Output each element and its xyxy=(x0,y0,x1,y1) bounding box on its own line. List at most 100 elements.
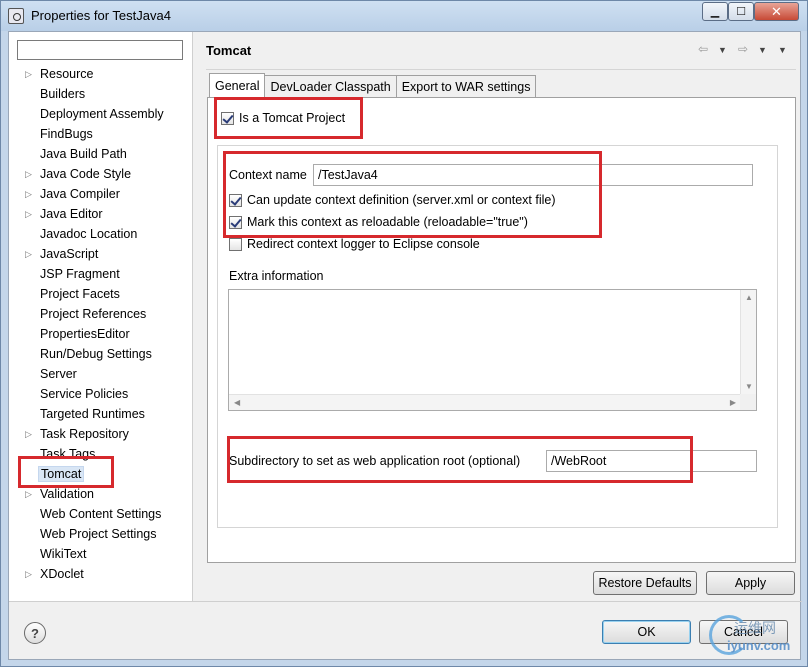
is-tomcat-project-checkbox[interactable]: Is a Tomcat Project xyxy=(221,111,345,125)
filter-input[interactable] xyxy=(17,40,183,60)
scroll-right-icon[interactable]: ▶ xyxy=(730,398,736,407)
eclipse-app-icon xyxy=(8,8,24,24)
expand-arrow-icon[interactable]: ▷ xyxy=(25,429,33,440)
scroll-up-icon[interactable]: ▲ xyxy=(745,293,753,302)
nav-item-targeted-runtimes[interactable]: Targeted Runtimes xyxy=(9,404,193,424)
horizontal-scrollbar[interactable]: ◀ ▶ xyxy=(229,394,741,410)
nav-item-server[interactable]: Server xyxy=(9,364,193,384)
webapp-root-field[interactable]: /WebRoot xyxy=(546,450,757,472)
extra-information-label: Extra information xyxy=(229,269,324,283)
nav-item-web-content-settings[interactable]: Web Content Settings xyxy=(9,504,193,524)
nav-item-label: Java Code Style xyxy=(40,167,132,181)
watermark-url: iyunv.com xyxy=(727,638,791,653)
nav-item-jsp-fragment[interactable]: JSP Fragment xyxy=(9,264,193,284)
expand-arrow-icon[interactable]: ▷ xyxy=(25,569,33,580)
site-watermark: 运维网 iyunv.com xyxy=(701,613,801,661)
forward-history-dropdown-icon[interactable]: ▼ xyxy=(758,45,767,55)
webapp-root-value: /WebRoot xyxy=(551,454,607,468)
nav-item-javascript[interactable]: ▷ JavaScript xyxy=(9,244,193,264)
back-arrow-icon[interactable]: ⇦ xyxy=(698,42,708,56)
redirect-logger-checkbox[interactable]: Redirect context logger to Eclipse conso… xyxy=(229,237,480,251)
nav-item-label: JavaScript xyxy=(40,247,99,261)
context-name-label: Context name xyxy=(229,168,307,182)
nav-item-validation[interactable]: ▷ Validation xyxy=(9,484,193,504)
nav-item-run-debug-settings[interactable]: Run/Debug Settings xyxy=(9,344,193,364)
forward-arrow-icon[interactable]: ⇨ xyxy=(738,42,748,56)
nav-item-web-project-settings[interactable]: Web Project Settings xyxy=(9,524,193,544)
nav-item-wikitext[interactable]: WikiText xyxy=(9,544,193,564)
ok-button[interactable]: OK xyxy=(602,620,691,644)
page-title: Tomcat xyxy=(206,43,252,58)
maximize-button[interactable]: ☐ xyxy=(728,2,754,21)
minimize-icon: ▁ xyxy=(710,6,720,18)
tab-bar: General DevLoader Classpath Export to WA… xyxy=(209,73,537,97)
close-icon: ✕ xyxy=(771,3,782,19)
nav-item-propertieseditor[interactable]: PropertiesEditor xyxy=(9,324,193,344)
nav-item-label: Validation xyxy=(40,487,94,501)
nav-item-tomcat[interactable]: Tomcat xyxy=(9,464,193,484)
nav-item-resource[interactable]: ▷ Resource xyxy=(9,64,193,84)
nav-item-label: FindBugs xyxy=(40,127,93,141)
nav-item-label: Java Compiler xyxy=(40,187,120,201)
back-history-dropdown-icon[interactable]: ▼ xyxy=(718,45,727,55)
nav-item-task-repository[interactable]: ▷ Task Repository xyxy=(9,424,193,444)
expand-arrow-icon[interactable]: ▷ xyxy=(25,489,33,500)
can-update-context-checkbox[interactable]: Can update context definition (server.xm… xyxy=(229,193,555,207)
vertical-scrollbar[interactable]: ▲ ▼ xyxy=(740,290,756,394)
nav-item-label: Project Facets xyxy=(40,287,120,301)
nav-item-javadoc-location[interactable]: Javadoc Location xyxy=(9,224,193,244)
nav-item-label: Java Build Path xyxy=(40,147,127,161)
view-menu-icon[interactable]: ▼ xyxy=(778,45,787,55)
nav-item-findbugs[interactable]: FindBugs xyxy=(9,124,193,144)
checkbox-checked-icon xyxy=(229,215,242,229)
scroll-left-icon[interactable]: ◀ xyxy=(234,398,240,407)
properties-dialog: Properties for TestJava4 ▁ ☐ ✕ ▷ Resource… xyxy=(0,0,808,667)
checkbox-checked-icon xyxy=(229,193,242,207)
redirect-logger-label: Redirect context logger to Eclipse conso… xyxy=(247,237,480,251)
nav-item-service-policies[interactable]: Service Policies xyxy=(9,384,193,404)
nav-item-label: Tomcat xyxy=(38,466,85,482)
close-button[interactable]: ✕ xyxy=(754,2,799,21)
nav-item-java-code-style[interactable]: ▷ Java Code Style xyxy=(9,164,193,184)
expand-arrow-icon[interactable]: ▷ xyxy=(25,209,33,220)
expand-arrow-icon[interactable]: ▷ xyxy=(25,69,33,80)
mark-reloadable-checkbox[interactable]: Mark this context as reloadable (reloada… xyxy=(229,215,528,229)
nav-item-label: Builders xyxy=(40,87,86,101)
tab-general[interactable]: General xyxy=(209,73,266,97)
nav-item-deployment-assembly[interactable]: Deployment Assembly xyxy=(9,104,193,124)
is-tomcat-project-label: Is a Tomcat Project xyxy=(239,111,346,125)
mark-reloadable-label: Mark this context as reloadable (reloada… xyxy=(247,215,528,229)
scroll-down-icon[interactable]: ▼ xyxy=(745,382,753,391)
nav-item-label: Task Repository xyxy=(40,427,129,441)
context-name-field[interactable]: /TestJava4 xyxy=(313,164,753,186)
tab-devloader-classpath[interactable]: DevLoader Classpath xyxy=(264,75,397,97)
nav-item-builders[interactable]: Builders xyxy=(9,84,193,104)
nav-item-label: Deployment Assembly xyxy=(40,107,164,121)
tab-export-war-settings[interactable]: Export to WAR settings xyxy=(395,75,537,97)
nav-item-label: Server xyxy=(40,367,77,381)
title-bar: Properties for TestJava4 ▁ ☐ ✕ xyxy=(1,1,807,31)
expand-arrow-icon[interactable]: ▷ xyxy=(25,169,33,180)
nav-item-label: Task Tags xyxy=(40,447,96,461)
nav-item-task-tags[interactable]: Task Tags xyxy=(9,444,193,464)
nav-item-project-references[interactable]: Project References xyxy=(9,304,193,324)
nav-item-project-facets[interactable]: Project Facets xyxy=(9,284,193,304)
restore-defaults-button[interactable]: Restore Defaults xyxy=(593,571,697,595)
expand-arrow-icon[interactable]: ▷ xyxy=(25,189,33,200)
nav-item-label: XDoclet xyxy=(40,567,84,581)
apply-button[interactable]: Apply xyxy=(706,571,795,595)
nav-item-label: Service Policies xyxy=(40,387,129,401)
nav-item-label: Web Content Settings xyxy=(40,507,162,521)
nav-item-java-editor[interactable]: ▷ Java Editor xyxy=(9,204,193,224)
nav-item-xdoclet[interactable]: ▷ XDoclet xyxy=(9,564,193,584)
minimize-button[interactable]: ▁ xyxy=(702,2,728,21)
nav-item-java-build-path[interactable]: Java Build Path xyxy=(9,144,193,164)
nav-item-label: JSP Fragment xyxy=(40,267,120,281)
checkbox-unchecked-icon xyxy=(229,237,242,251)
extra-information-textarea[interactable]: ▲ ▼ ◀ ▶ xyxy=(228,289,757,411)
nav-item-java-compiler[interactable]: ▷ Java Compiler xyxy=(9,184,193,204)
can-update-context-label: Can update context definition (server.xm… xyxy=(247,193,556,207)
expand-arrow-icon[interactable]: ▷ xyxy=(25,249,33,260)
scrollbar-corner xyxy=(740,394,756,410)
help-icon[interactable]: ? xyxy=(24,622,46,644)
